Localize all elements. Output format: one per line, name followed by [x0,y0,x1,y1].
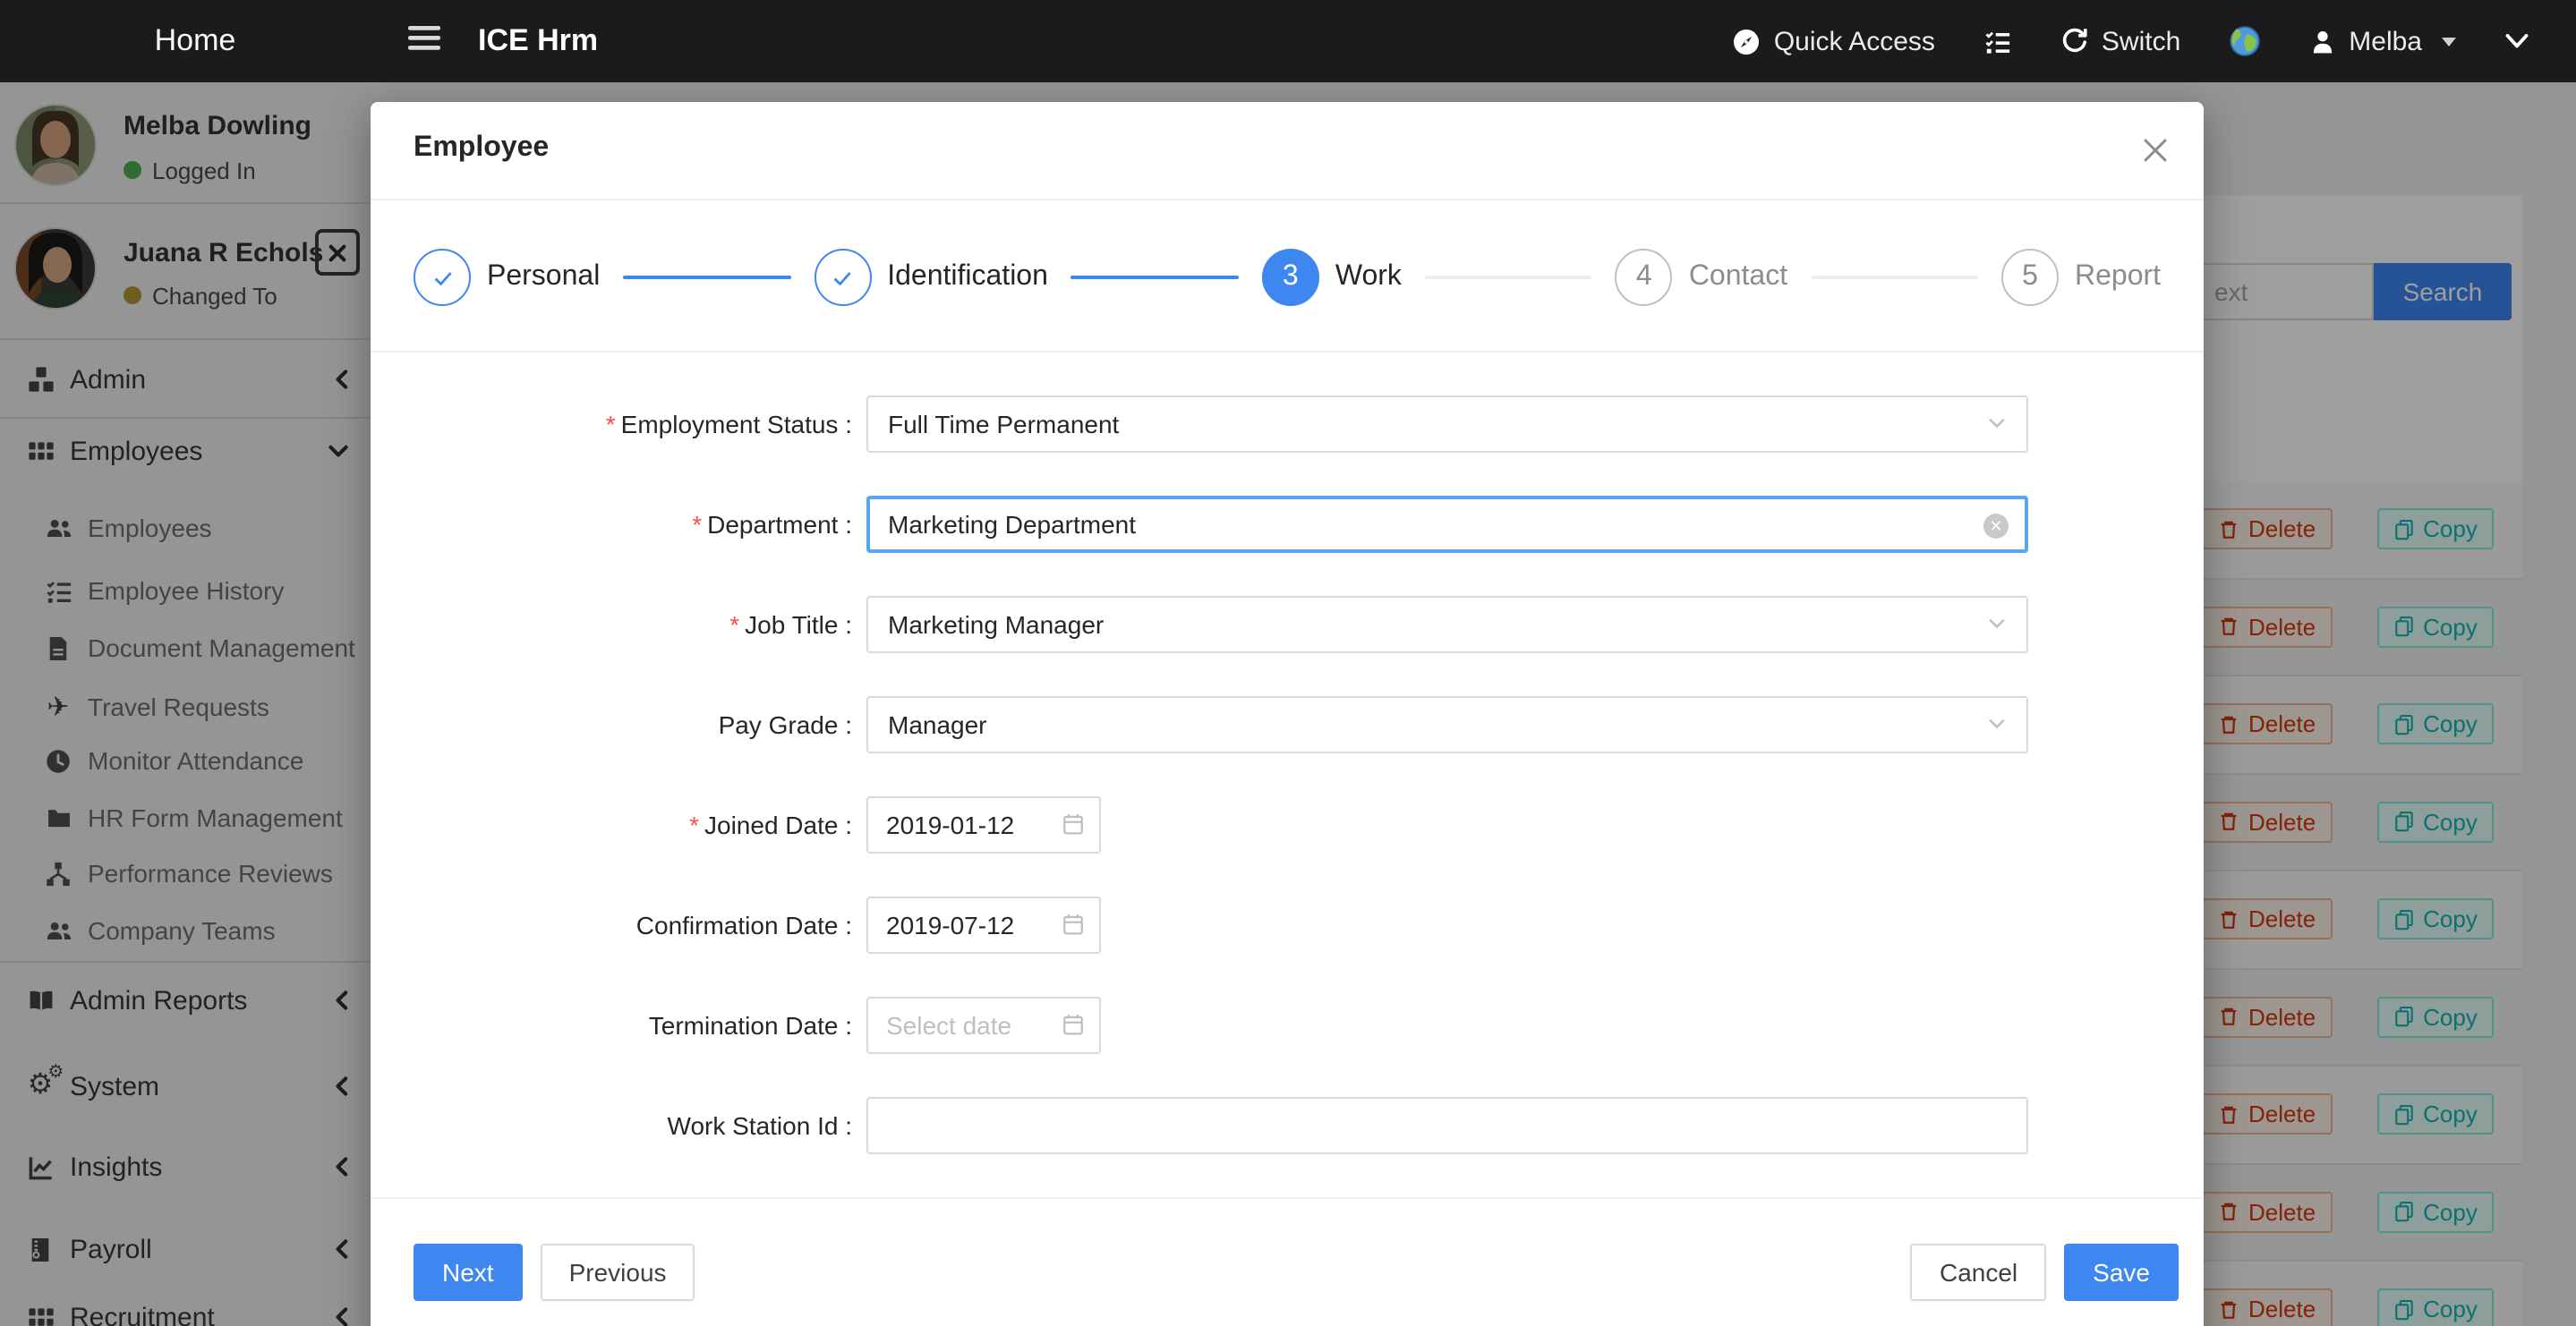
form-row-confirmation-date: Confirmation Date 2019-07-12 [371,875,2204,975]
required-asterisk: * [689,811,699,839]
termination-date-input[interactable]: Select date [866,997,1101,1054]
modal-footer: Next Previous Cancel Save [371,1197,2204,1326]
step-number: 5 [2001,249,2059,306]
form-row-termination-date: Termination Date Select date [371,975,2204,1075]
cancel-button[interactable]: Cancel [1911,1244,2046,1301]
home-nav[interactable]: Home [0,0,390,82]
modal-header: Employee [371,102,2204,200]
required-asterisk: * [692,510,702,539]
calendar-icon [1062,913,1085,936]
caret-down-icon [2442,37,2456,46]
work-station-id-input[interactable] [866,1097,2028,1154]
chevron-down-icon [1987,718,2007,730]
rotate-icon [2060,27,2089,55]
field-label: *Joined Date [414,811,866,839]
step-number: 3 [1262,249,1319,306]
form-row-work-station-id: Work Station Id [371,1075,2204,1176]
employment-status-select[interactable]: Full Time Permanent [866,395,2028,453]
topbar: Home ICE Hrm Quick Access Switch Melba [0,0,2576,82]
step-connector [1425,276,1592,278]
chevron-down-icon [1987,617,2007,630]
app-title: ICE Hrm [478,0,598,82]
language-globe-icon[interactable] [2229,25,2261,57]
form-row-joined-date: *Joined Date 2019-01-12 [371,775,2204,875]
modal-title: Employee [414,132,549,165]
tasks-list-icon[interactable] [1983,28,2012,55]
field-label: Pay Grade [414,710,866,739]
job-title-select[interactable]: Marketing Manager [866,596,2028,653]
step-personal[interactable]: Personal [414,249,600,306]
employee-modal: Employee Personal Identification 3 Work [371,102,2204,1326]
modal-close-button[interactable] [2137,132,2173,168]
wizard-steps: Personal Identification 3 Work 4 Contact… [414,247,2161,308]
next-button[interactable]: Next [414,1244,523,1301]
clear-icon[interactable]: ✕ [1983,514,2009,539]
user-menu[interactable]: Melba [2309,26,2456,56]
person-icon [2309,28,2336,55]
close-icon [2143,138,2168,163]
calendar-icon [1062,812,1085,836]
required-asterisk: * [606,410,616,438]
app-root: ext Search Delete Copy Delete Copy Delet… [0,0,2576,1326]
field-label: Confirmation Date [414,911,866,939]
step-check-icon [414,249,471,306]
form-row-employment-status: *Employment Status Full Time Permanent [371,374,2204,474]
form-row-job-title: *Job Title Marketing Manager [371,574,2204,675]
confirmation-date-input[interactable]: 2019-07-12 [866,897,1101,954]
compass-icon [1731,26,1761,56]
quick-access-button[interactable]: Quick Access [1731,26,1935,56]
step-report[interactable]: 5 Report [2001,249,2161,306]
step-check-icon [814,249,871,306]
step-identification[interactable]: Identification [814,249,1048,306]
required-asterisk: * [729,610,739,639]
calendar-icon [1062,1013,1085,1036]
joined-date-input[interactable]: 2019-01-12 [866,796,1101,854]
switch-button[interactable]: Switch [2060,26,2180,56]
form-row-pay-grade: Pay Grade Manager [371,675,2204,775]
step-connector [1071,276,1239,279]
pay-grade-select[interactable]: Manager [866,696,2028,753]
chevron-down-icon [1987,417,2007,429]
step-work[interactable]: 3 Work [1262,249,1402,306]
field-label: *Employment Status [414,410,866,438]
step-connector [1811,276,1978,278]
department-select[interactable]: Marketing Department ✕ [866,496,2028,553]
field-label: *Department [414,510,866,539]
collapse-topbar-chevron[interactable] [2504,32,2529,50]
work-form: *Employment Status Full Time Permanent *… [371,351,2204,1176]
field-label: *Job Title [414,610,866,639]
field-label: Termination Date [414,1011,866,1040]
previous-button[interactable]: Previous [541,1244,695,1301]
step-connector [623,276,790,279]
hamburger-icon[interactable] [408,25,442,52]
step-number: 4 [1616,249,1673,306]
step-contact[interactable]: 4 Contact [1616,249,1787,306]
form-row-department: *Department Marketing Department ✕ [371,474,2204,574]
save-button[interactable]: Save [2064,1244,2179,1301]
field-label: Work Station Id [414,1111,866,1140]
